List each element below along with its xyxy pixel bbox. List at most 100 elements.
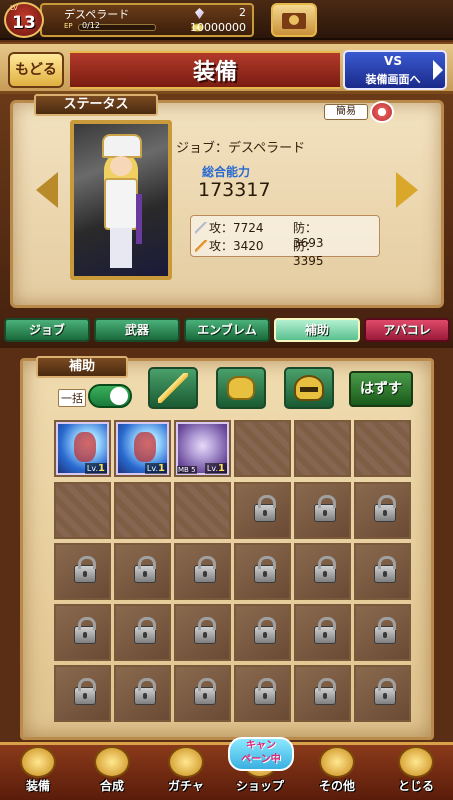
exp-caption: EP	[64, 22, 73, 30]
player-info-panel: デスペラード EP 0/12 2 10000000	[40, 3, 254, 37]
empty-slot[interactable]	[294, 420, 351, 477]
empty-slot[interactable]	[234, 420, 291, 477]
lock-icon	[134, 617, 156, 644]
locked-slot	[354, 543, 411, 600]
back-button[interactable]: もどる	[8, 52, 64, 88]
simple-view-button[interactable]: 簡易	[324, 104, 368, 120]
lock-icon	[254, 617, 276, 644]
bulk-label: 一括	[58, 389, 86, 407]
tab-job[interactable]: ジョブ	[4, 318, 90, 342]
magic-attack: 攻：3420	[209, 239, 264, 253]
card-level-caption: Lv.	[86, 464, 99, 473]
lock-icon	[134, 556, 156, 583]
locked-slot	[174, 543, 231, 600]
tab-emblem[interactable]: エンブレム	[184, 318, 270, 342]
bulk-toggle[interactable]	[88, 384, 132, 408]
nav-equipment[interactable]: 装備	[6, 746, 70, 798]
item-slot[interactable]: MB 5 Lv.1	[174, 420, 231, 477]
filter-accessory-button[interactable]	[216, 367, 266, 409]
card-level-value: 1	[98, 463, 105, 474]
gem-count: 2	[239, 6, 246, 19]
empty-slot[interactable]	[354, 420, 411, 477]
nav-fusion[interactable]: 合成	[80, 746, 144, 798]
locked-slot	[234, 665, 291, 722]
locked-slot	[354, 604, 411, 661]
gem-icon	[195, 8, 204, 19]
total-power-value: 173317	[198, 179, 271, 201]
filter-weapon-button[interactable]	[148, 367, 198, 409]
locked-slot	[294, 604, 351, 661]
player-level: 13	[12, 13, 36, 33]
lock-icon	[194, 678, 216, 705]
vs-equipment-button[interactable]: VS 装備画面へ	[343, 50, 447, 90]
locked-slot	[54, 604, 111, 661]
item-slot[interactable]: Lv.1	[114, 420, 171, 477]
remove-button[interactable]: はずす	[349, 371, 413, 407]
nav-others[interactable]: その他	[305, 746, 369, 798]
exp-text: 0/12	[82, 21, 100, 30]
card-level: Lv.1	[204, 463, 227, 474]
empty-slot[interactable]	[114, 482, 171, 539]
locked-slot	[54, 665, 111, 722]
stats-box: 攻：7724 防：3693 攻：3420 防：3395	[190, 215, 380, 268]
portrait-face	[110, 156, 132, 176]
sword-icon	[158, 373, 188, 403]
physical-attack: 攻：7724	[209, 221, 264, 235]
locked-slot	[114, 543, 171, 600]
item-slot[interactable]: Lv.1	[54, 420, 111, 477]
nav-close[interactable]: とじる	[384, 746, 448, 798]
lock-icon	[254, 678, 276, 705]
staff-icon	[195, 240, 207, 252]
portrait-hat	[102, 134, 142, 158]
tab-support[interactable]: 補助	[274, 318, 360, 342]
player-name: デスペラード	[64, 8, 130, 21]
lock-icon	[374, 495, 396, 522]
player-level-badge: LV 13	[4, 2, 44, 38]
locked-slot	[234, 543, 291, 600]
refresh-icon[interactable]	[370, 101, 394, 123]
sword-icon	[195, 222, 207, 234]
locked-slot	[294, 543, 351, 600]
support-section-tag: 補助	[36, 356, 128, 378]
lock-icon	[374, 678, 396, 705]
lock-icon	[374, 617, 396, 644]
locked-slot	[174, 665, 231, 722]
next-character-arrow-icon[interactable]	[396, 172, 418, 208]
tab-weapon[interactable]: 武器	[94, 318, 180, 342]
lock-icon	[254, 556, 276, 583]
locked-slot	[294, 482, 351, 539]
locked-slot	[174, 604, 231, 661]
page-header: もどる 装備 VS 装備画面へ	[0, 42, 453, 94]
locked-slot	[234, 604, 291, 661]
prev-character-arrow-icon[interactable]	[36, 172, 58, 208]
portrait-accent	[136, 194, 142, 244]
portrait-body	[104, 178, 138, 230]
card-mb: MB 5	[177, 466, 197, 474]
lock-icon	[74, 678, 96, 705]
card-level-caption: Lv.	[206, 464, 219, 473]
empty-slot[interactable]	[54, 482, 111, 539]
locked-slot	[354, 482, 411, 539]
cap-icon	[227, 376, 255, 400]
card-level-value: 1	[158, 463, 165, 474]
locked-slot	[234, 482, 291, 539]
menu-book-button[interactable]	[271, 3, 317, 37]
empty-slot[interactable]	[174, 482, 231, 539]
hammer-icon	[94, 746, 130, 778]
helmet-icon	[294, 375, 324, 401]
tab-avatar-collection[interactable]: アバコレ	[364, 318, 450, 342]
character-portrait	[70, 120, 172, 280]
filter-helmet-button[interactable]	[284, 367, 334, 409]
campaign-badge[interactable]: キャン ペーン中	[228, 737, 294, 771]
card-level-value: 1	[218, 463, 225, 474]
job-label: ジョブ：デスペラード	[176, 141, 306, 156]
magic-defense: 防：3395	[293, 239, 324, 268]
locked-slot	[354, 665, 411, 722]
nav-gacha[interactable]: ガチャ	[154, 746, 218, 798]
lock-icon	[194, 556, 216, 583]
nav-label: 装備	[25, 779, 50, 793]
nav-label: その他	[318, 779, 355, 793]
locked-slot	[54, 543, 111, 600]
page-title: 装備	[192, 60, 237, 85]
locked-slot	[114, 604, 171, 661]
